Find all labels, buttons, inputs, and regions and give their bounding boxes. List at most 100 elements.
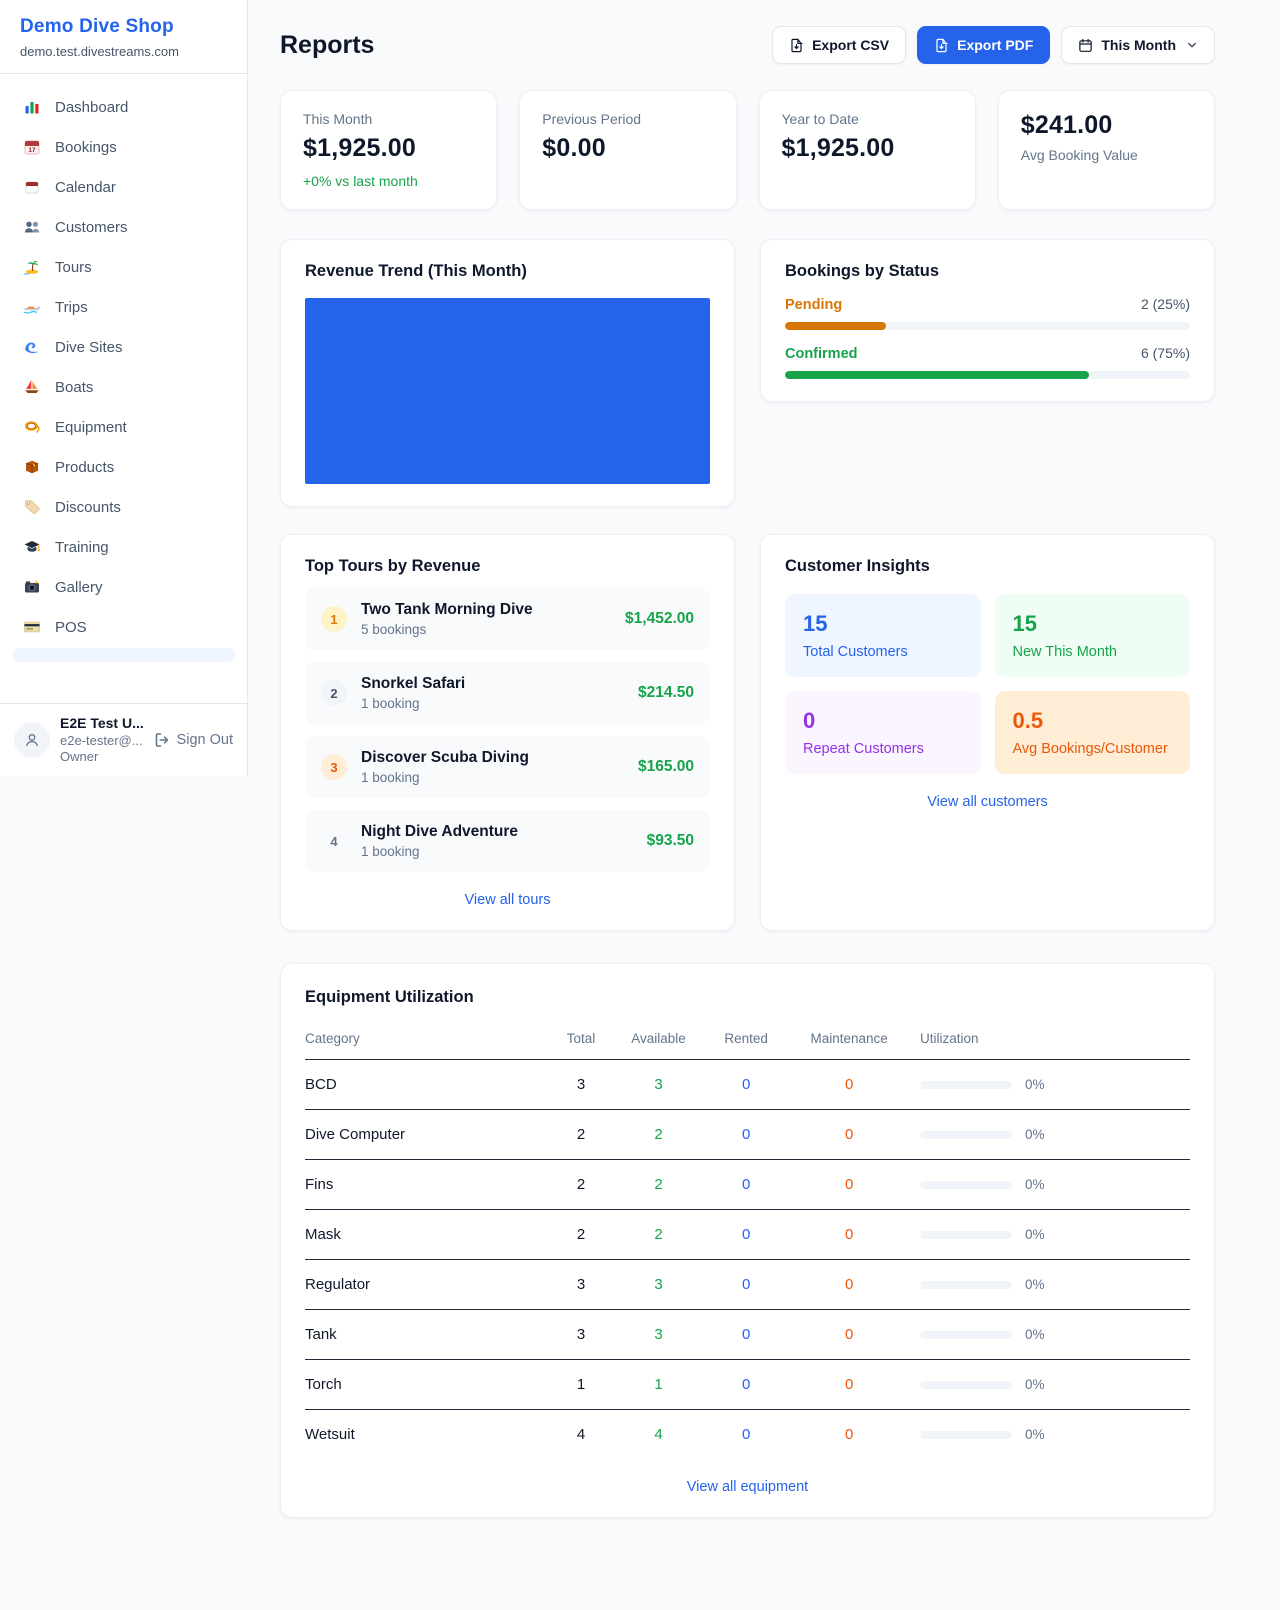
stat-delta: +0% vs last month <box>303 173 474 189</box>
cell-total: 3 <box>551 1310 611 1360</box>
utilization-pct: 0% <box>1025 1177 1045 1192</box>
tag-icon <box>22 498 42 516</box>
cell-rented: 0 <box>706 1260 786 1310</box>
calendar-icon <box>1078 38 1093 53</box>
tour-revenue: $93.50 <box>647 832 694 850</box>
sidebar-item-dashboard[interactable]: Dashboard <box>12 88 235 126</box>
cell-rented: 0 <box>706 1360 786 1410</box>
utilization-bar <box>920 1331 1012 1339</box>
sidebar-item-dive-sites[interactable]: Dive Sites <box>12 328 235 366</box>
sidebar-item-trips[interactable]: Trips <box>12 288 235 326</box>
insights-row: Top Tours by Revenue 1 Two Tank Morning … <box>280 534 1215 931</box>
sidebar-item-products[interactable]: Products <box>12 448 235 486</box>
export-csv-button[interactable]: Export CSV <box>772 26 906 64</box>
utilization-bar <box>920 1281 1012 1289</box>
cell-category: Tank <box>305 1310 551 1360</box>
sidebar-item-equipment[interactable]: Equipment <box>12 408 235 446</box>
tour-row: 3 Discover Scuba Diving 1 booking $165.0… <box>305 736 710 798</box>
period-select[interactable]: This Month <box>1061 26 1215 64</box>
equipment-utilization-panel: Equipment Utilization Category Total Ava… <box>280 963 1215 1518</box>
stat-card-avg-booking-value: $241.00 Avg Booking Value <box>998 90 1215 210</box>
sidebar-item-label: Equipment <box>55 419 127 436</box>
revenue-trend-chart <box>305 298 710 484</box>
stat-value: $241.00 <box>1021 111 1192 140</box>
cell-available: 4 <box>611 1410 706 1460</box>
status-bar-track <box>785 322 1190 330</box>
sidebar-item-label: Discounts <box>55 499 121 516</box>
tour-bookings: 5 bookings <box>361 622 533 637</box>
cell-total: 2 <box>551 1110 611 1160</box>
sidebar-item-tours[interactable]: Tours <box>12 248 235 286</box>
cell-utilization: 0% <box>912 1160 1190 1210</box>
header-actions: Export CSV Export PDF This Month <box>772 26 1215 64</box>
sidebar-item-pos[interactable]: POS <box>12 608 235 646</box>
stat-cards: This Month $1,925.00 +0% vs last month P… <box>280 90 1215 210</box>
cell-category: Mask <box>305 1210 551 1260</box>
sidebar-item-label: Gallery <box>55 579 103 596</box>
cell-maintenance: 0 <box>786 1310 912 1360</box>
sailboat-icon <box>22 378 42 396</box>
status-label: Confirmed <box>785 346 858 362</box>
utilization-bar <box>920 1131 1012 1139</box>
cell-utilization: 0% <box>912 1410 1190 1460</box>
rank-badge: 2 <box>321 680 347 706</box>
sidebar-item-training[interactable]: Training <box>12 528 235 566</box>
charts-row: Revenue Trend (This Month) Bookings by S… <box>280 239 1215 507</box>
tile-value: 15 <box>1013 611 1173 637</box>
export-pdf-button[interactable]: Export PDF <box>917 26 1050 64</box>
cell-utilization: 0% <box>912 1360 1190 1410</box>
utilization-pct: 0% <box>1025 1427 1045 1442</box>
utilization-bar <box>920 1181 1012 1189</box>
sidebar-item-label: Dashboard <box>55 99 128 116</box>
cell-category: Wetsuit <box>305 1410 551 1460</box>
customer-insights-panel: Customer Insights 15 Total Customers 15 … <box>760 534 1215 931</box>
view-all-customers-link[interactable]: View all customers <box>785 794 1190 810</box>
cell-maintenance: 0 <box>786 1160 912 1210</box>
bar-chart-icon <box>22 98 42 116</box>
cell-available: 3 <box>611 1310 706 1360</box>
utilization-pct: 0% <box>1025 1377 1045 1392</box>
user-panel: E2E Test U... e2e-tester@... Owner Sign … <box>0 703 247 776</box>
cell-available: 2 <box>611 1160 706 1210</box>
sidebar-item-reports-partial[interactable] <box>12 648 235 662</box>
sidebar-item-discounts[interactable]: Discounts <box>12 488 235 526</box>
tour-bookings: 1 booking <box>361 696 465 711</box>
cell-maintenance: 0 <box>786 1110 912 1160</box>
sidebar-item-gallery[interactable]: Gallery <box>12 568 235 606</box>
status-bar-track <box>785 371 1190 379</box>
cell-available: 3 <box>611 1060 706 1110</box>
tour-name: Discover Scuba Diving <box>361 749 529 767</box>
file-download-icon <box>934 38 949 53</box>
table-row: Wetsuit 4 4 0 0 0% <box>305 1410 1190 1460</box>
revenue-trend-panel: Revenue Trend (This Month) <box>280 239 735 507</box>
export-csv-label: Export CSV <box>812 37 889 53</box>
sidebar-item-customers[interactable]: Customers <box>12 208 235 246</box>
sidebar-item-label: Boats <box>55 379 93 396</box>
file-download-icon <box>789 38 804 53</box>
status-label: Pending <box>785 297 842 313</box>
stat-value: $1,925.00 <box>303 134 474 163</box>
sidebar-item-bookings[interactable]: 17 Bookings <box>12 128 235 166</box>
table-row: Mask 2 2 0 0 0% <box>305 1210 1190 1260</box>
sidebar-item-boats[interactable]: Boats <box>12 368 235 406</box>
page-header: Reports Export CSV Export PDF This Month <box>280 26 1215 64</box>
bookings-by-status-title: Bookings by Status <box>785 262 1190 281</box>
utilization-bar <box>920 1081 1012 1089</box>
sign-out-button[interactable]: Sign Out <box>154 732 233 748</box>
tour-name: Snorkel Safari <box>361 675 465 693</box>
tile-total-customers: 15 Total Customers <box>785 594 981 677</box>
tile-new-this-month: 15 New This Month <box>995 594 1191 677</box>
tile-repeat-customers: 0 Repeat Customers <box>785 691 981 774</box>
view-all-tours-link[interactable]: View all tours <box>305 892 710 908</box>
diving-mask-icon <box>22 418 42 436</box>
tile-avg-bookings: 0.5 Avg Bookings/Customer <box>995 691 1191 774</box>
tour-revenue: $214.50 <box>638 684 694 702</box>
stat-value: $1,925.00 <box>782 134 953 163</box>
cell-total: 2 <box>551 1160 611 1210</box>
sidebar-item-calendar[interactable]: Calendar <box>12 168 235 206</box>
cell-total: 1 <box>551 1360 611 1410</box>
view-all-equipment-link[interactable]: View all equipment <box>305 1479 1190 1495</box>
table-row: Tank 3 3 0 0 0% <box>305 1310 1190 1360</box>
cell-category: Torch <box>305 1360 551 1410</box>
stat-label: Previous Period <box>542 111 713 127</box>
